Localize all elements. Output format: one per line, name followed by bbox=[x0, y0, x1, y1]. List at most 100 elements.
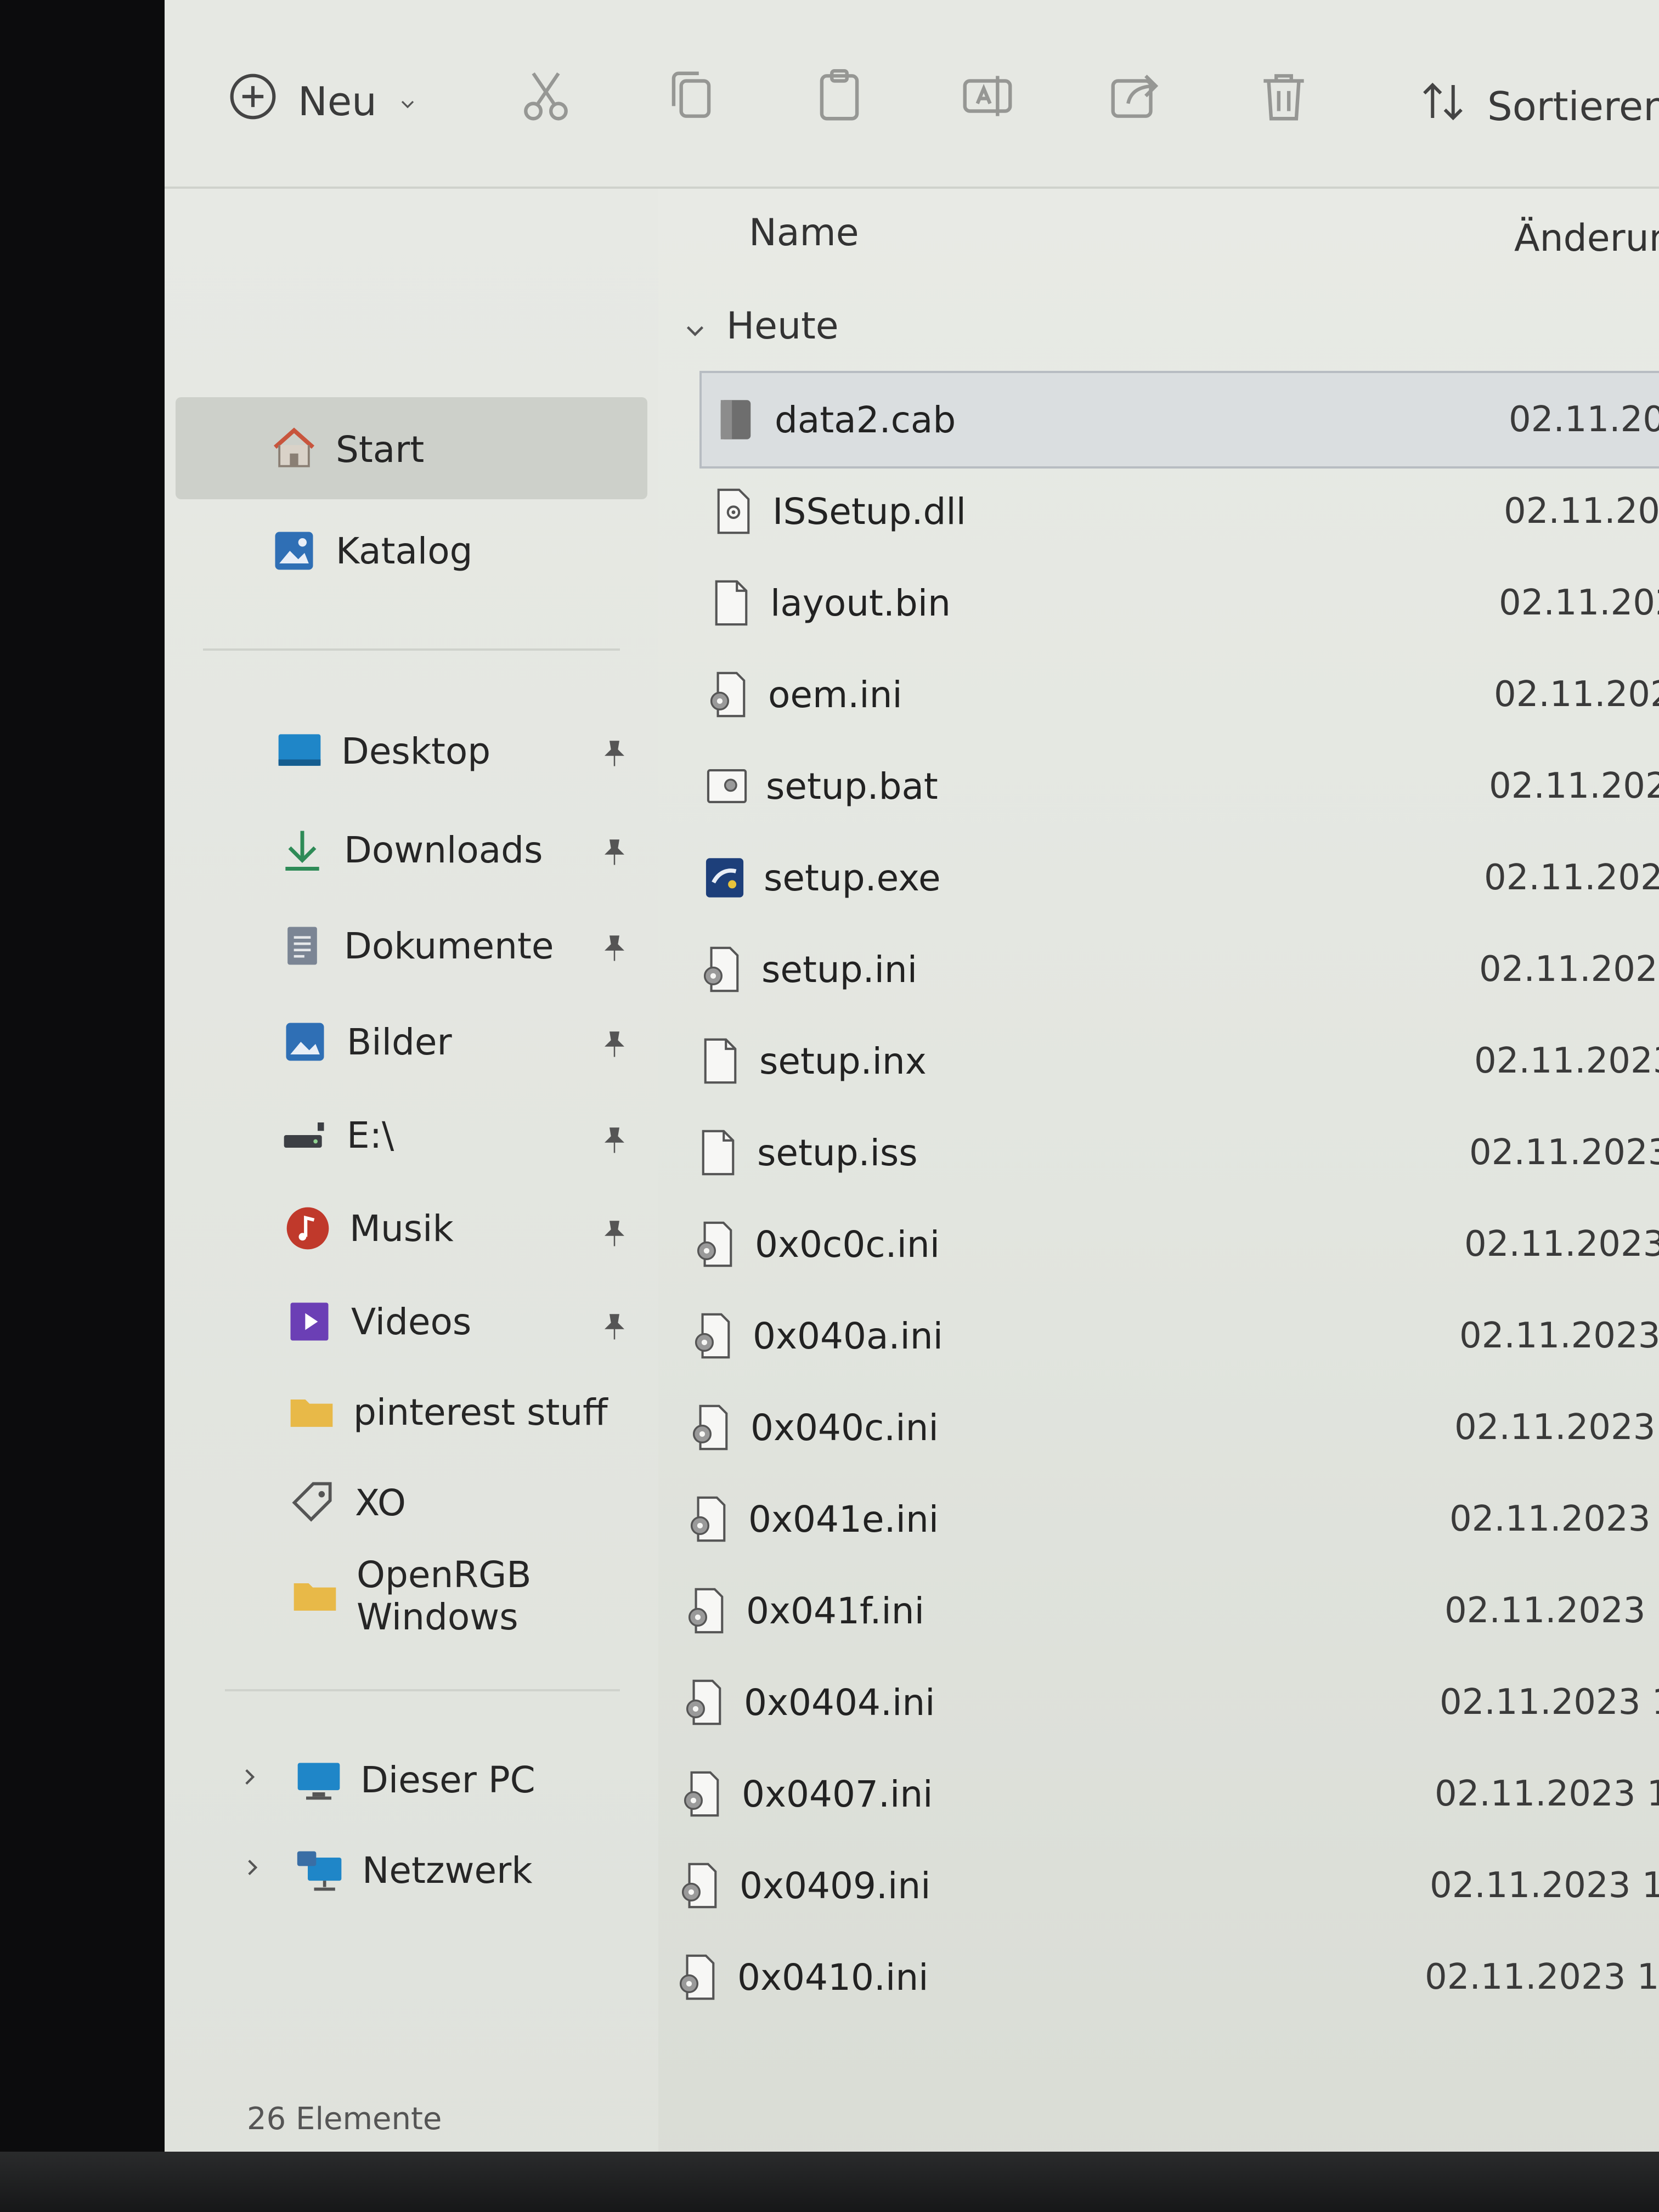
pictures-icon bbox=[280, 1017, 330, 1067]
file-modified-date: 02.11.2023 16:2 bbox=[1435, 1774, 1659, 1814]
file-name: layout.bin bbox=[770, 582, 951, 624]
batch-file-icon bbox=[704, 761, 749, 811]
sidebar-item-bilder[interactable]: Bilder bbox=[280, 998, 452, 1086]
share-icon[interactable] bbox=[1105, 66, 1166, 126]
file-name: 0x0404.ini bbox=[744, 1681, 935, 1724]
sidebar-item-label: Start bbox=[336, 428, 425, 471]
sidebar-item-musik[interactable]: Musik bbox=[283, 1184, 454, 1272]
file-modified-date: 02.11.2023 1 bbox=[1474, 1041, 1659, 1081]
tag-icon bbox=[288, 1477, 338, 1528]
file-row[interactable]: 0x0404.ini 02.11.2023 16: bbox=[682, 1661, 1659, 1743]
drive-icon bbox=[280, 1110, 330, 1160]
file-row[interactable]: 0x041e.ini 02.11.2023 16 bbox=[687, 1478, 1659, 1560]
file-row[interactable]: layout.bin 02.11.2023 bbox=[709, 562, 1659, 644]
file-modified-date: 02.11.2023 16:2 bbox=[1430, 1865, 1659, 1906]
delete-icon[interactable] bbox=[1254, 66, 1314, 126]
file-name: 0x0c0c.ini bbox=[755, 1223, 940, 1266]
pin-icon[interactable] bbox=[598, 836, 631, 869]
new-button[interactable]: Neu bbox=[228, 71, 419, 131]
sidebar-item-xo[interactable]: XO bbox=[288, 1459, 406, 1547]
sidebar-item-videos[interactable]: Videos bbox=[284, 1278, 471, 1365]
settings-file-icon bbox=[678, 1860, 723, 1911]
file-row[interactable]: setup.ini 02.11.2023 1 bbox=[700, 928, 1659, 1011]
file-row[interactable]: 0x040a.ini 02.11.2023 16 bbox=[691, 1295, 1659, 1377]
plus-circle-icon bbox=[228, 71, 278, 131]
sort-button[interactable]: Sortieren bbox=[1418, 77, 1659, 136]
sidebar-item-label: Katalog bbox=[336, 529, 473, 572]
file-row[interactable]: 0x040c.ini 02.11.2023 16 bbox=[689, 1386, 1659, 1469]
settings-file-icon bbox=[693, 1219, 738, 1269]
file-row[interactable]: setup.exe 02.11.2023 bbox=[702, 837, 1659, 919]
setup-exe-icon bbox=[702, 853, 747, 903]
file-row[interactable]: oem.ini 02.11.2023 bbox=[707, 653, 1659, 736]
settings-file-icon bbox=[682, 1677, 727, 1728]
settings-file-icon bbox=[687, 1494, 732, 1544]
file-row[interactable]: setup.iss 02.11.2023 1 bbox=[696, 1111, 1659, 1194]
group-header-today[interactable]: Heute bbox=[680, 304, 839, 348]
file-name: 0x0407.ini bbox=[742, 1773, 933, 1815]
pin-icon[interactable] bbox=[598, 737, 631, 770]
sort-button-label: Sortieren bbox=[1487, 83, 1659, 129]
sidebar-item-dieser-pc[interactable]: Dieser PC bbox=[294, 1736, 535, 1824]
file-row[interactable]: ISSetup.dll 02.11.2023 bbox=[711, 470, 1659, 552]
sidebar-item-label: pinterest stuff bbox=[353, 1391, 608, 1434]
file-modified-date: 02.11.2023 16 bbox=[1459, 1316, 1659, 1356]
blank-file-icon bbox=[709, 578, 754, 628]
sidebar-item-openrgb-windows[interactable]: OpenRGB Windows bbox=[290, 1552, 658, 1640]
file-row[interactable]: setup.bat 02.11.2023 bbox=[704, 745, 1659, 827]
file-row[interactable]: 0x0409.ini 02.11.2023 16:2 bbox=[678, 1844, 1659, 1927]
rename-icon[interactable] bbox=[957, 66, 1018, 126]
chevron-right-icon[interactable] bbox=[236, 1763, 263, 1791]
sidebar-item-dokumente[interactable]: Dokumente bbox=[277, 902, 554, 990]
network-icon bbox=[295, 1845, 346, 1895]
sidebar-item-label: OpenRGB Windows bbox=[357, 1554, 532, 1638]
sidebar-item-label: Downloads bbox=[344, 828, 543, 871]
file-name: 0x0410.ini bbox=[737, 1956, 929, 1999]
cut-icon[interactable] bbox=[516, 66, 576, 126]
sidebar-item-desktop[interactable]: Desktop bbox=[274, 707, 490, 795]
pin-icon[interactable] bbox=[598, 1124, 631, 1157]
file-row[interactable]: 0x0410.ini 02.11.2023 16:2 bbox=[676, 1936, 1659, 2018]
paste-icon[interactable] bbox=[809, 66, 870, 126]
pin-icon[interactable] bbox=[598, 1028, 631, 1061]
column-header-name[interactable]: Name bbox=[749, 211, 859, 255]
download-icon bbox=[277, 825, 328, 875]
music-icon bbox=[283, 1203, 333, 1254]
file-modified-date: 02.11.2023 bbox=[1499, 583, 1659, 623]
file-modified-date: 02.11.2023 bbox=[1504, 491, 1659, 532]
file-row[interactable]: setup.inx 02.11.2023 1 bbox=[698, 1020, 1659, 1102]
sidebar-item-label: Dieser PC bbox=[360, 1758, 535, 1801]
sidebar-item-label: Videos bbox=[351, 1300, 472, 1343]
file-row[interactable]: 0x041f.ini 02.11.2023 16: bbox=[685, 1570, 1659, 1652]
pin-icon[interactable] bbox=[598, 1311, 631, 1344]
settings-file-icon bbox=[707, 669, 752, 720]
sidebar-item-pinterest-stuff[interactable]: pinterest stuff bbox=[286, 1368, 608, 1456]
sidebar-item-katalog[interactable]: Katalog bbox=[269, 507, 473, 595]
sidebar-item-start[interactable]: Start bbox=[269, 405, 424, 493]
column-header-modified[interactable]: Änderung bbox=[1514, 217, 1659, 260]
file-row[interactable]: data2.cab 02.11.202 bbox=[713, 379, 1659, 461]
sidebar-item-netzwerk[interactable]: Netzwerk bbox=[295, 1826, 532, 1914]
file-row[interactable]: 0x0407.ini 02.11.2023 16:2 bbox=[680, 1753, 1659, 1835]
command-bar: Neu Sortieren bbox=[165, 0, 1659, 189]
chevron-down-icon bbox=[680, 312, 710, 341]
settings-file-icon bbox=[676, 1952, 721, 2002]
blank-file-icon bbox=[698, 1036, 743, 1086]
navigation-pane: Start Katalog Desktop Downloads Dokument… bbox=[165, 189, 658, 2212]
chevron-right-icon[interactable] bbox=[239, 1854, 266, 1881]
monitor-bezel bbox=[0, 2152, 1659, 2212]
file-name: setup.iss bbox=[757, 1131, 918, 1174]
settings-file-icon bbox=[685, 1585, 730, 1636]
copy-icon[interactable] bbox=[661, 66, 721, 126]
file-modified-date: 02.11.2023 1 bbox=[1464, 1224, 1659, 1265]
pin-icon[interactable] bbox=[598, 932, 631, 965]
file-modified-date: 02.11.2023 1 bbox=[1479, 949, 1659, 990]
file-row[interactable]: 0x0c0c.ini 02.11.2023 1 bbox=[693, 1203, 1659, 1285]
file-name: setup.ini bbox=[761, 948, 918, 991]
sidebar-item-downloads[interactable]: Downloads bbox=[277, 806, 543, 894]
settings-file-icon bbox=[691, 1311, 736, 1361]
sidebar-item-drive-e[interactable]: E:\ bbox=[280, 1091, 394, 1179]
folder-icon bbox=[286, 1387, 337, 1437]
settings-file-icon bbox=[700, 944, 745, 995]
pin-icon[interactable] bbox=[598, 1217, 631, 1250]
